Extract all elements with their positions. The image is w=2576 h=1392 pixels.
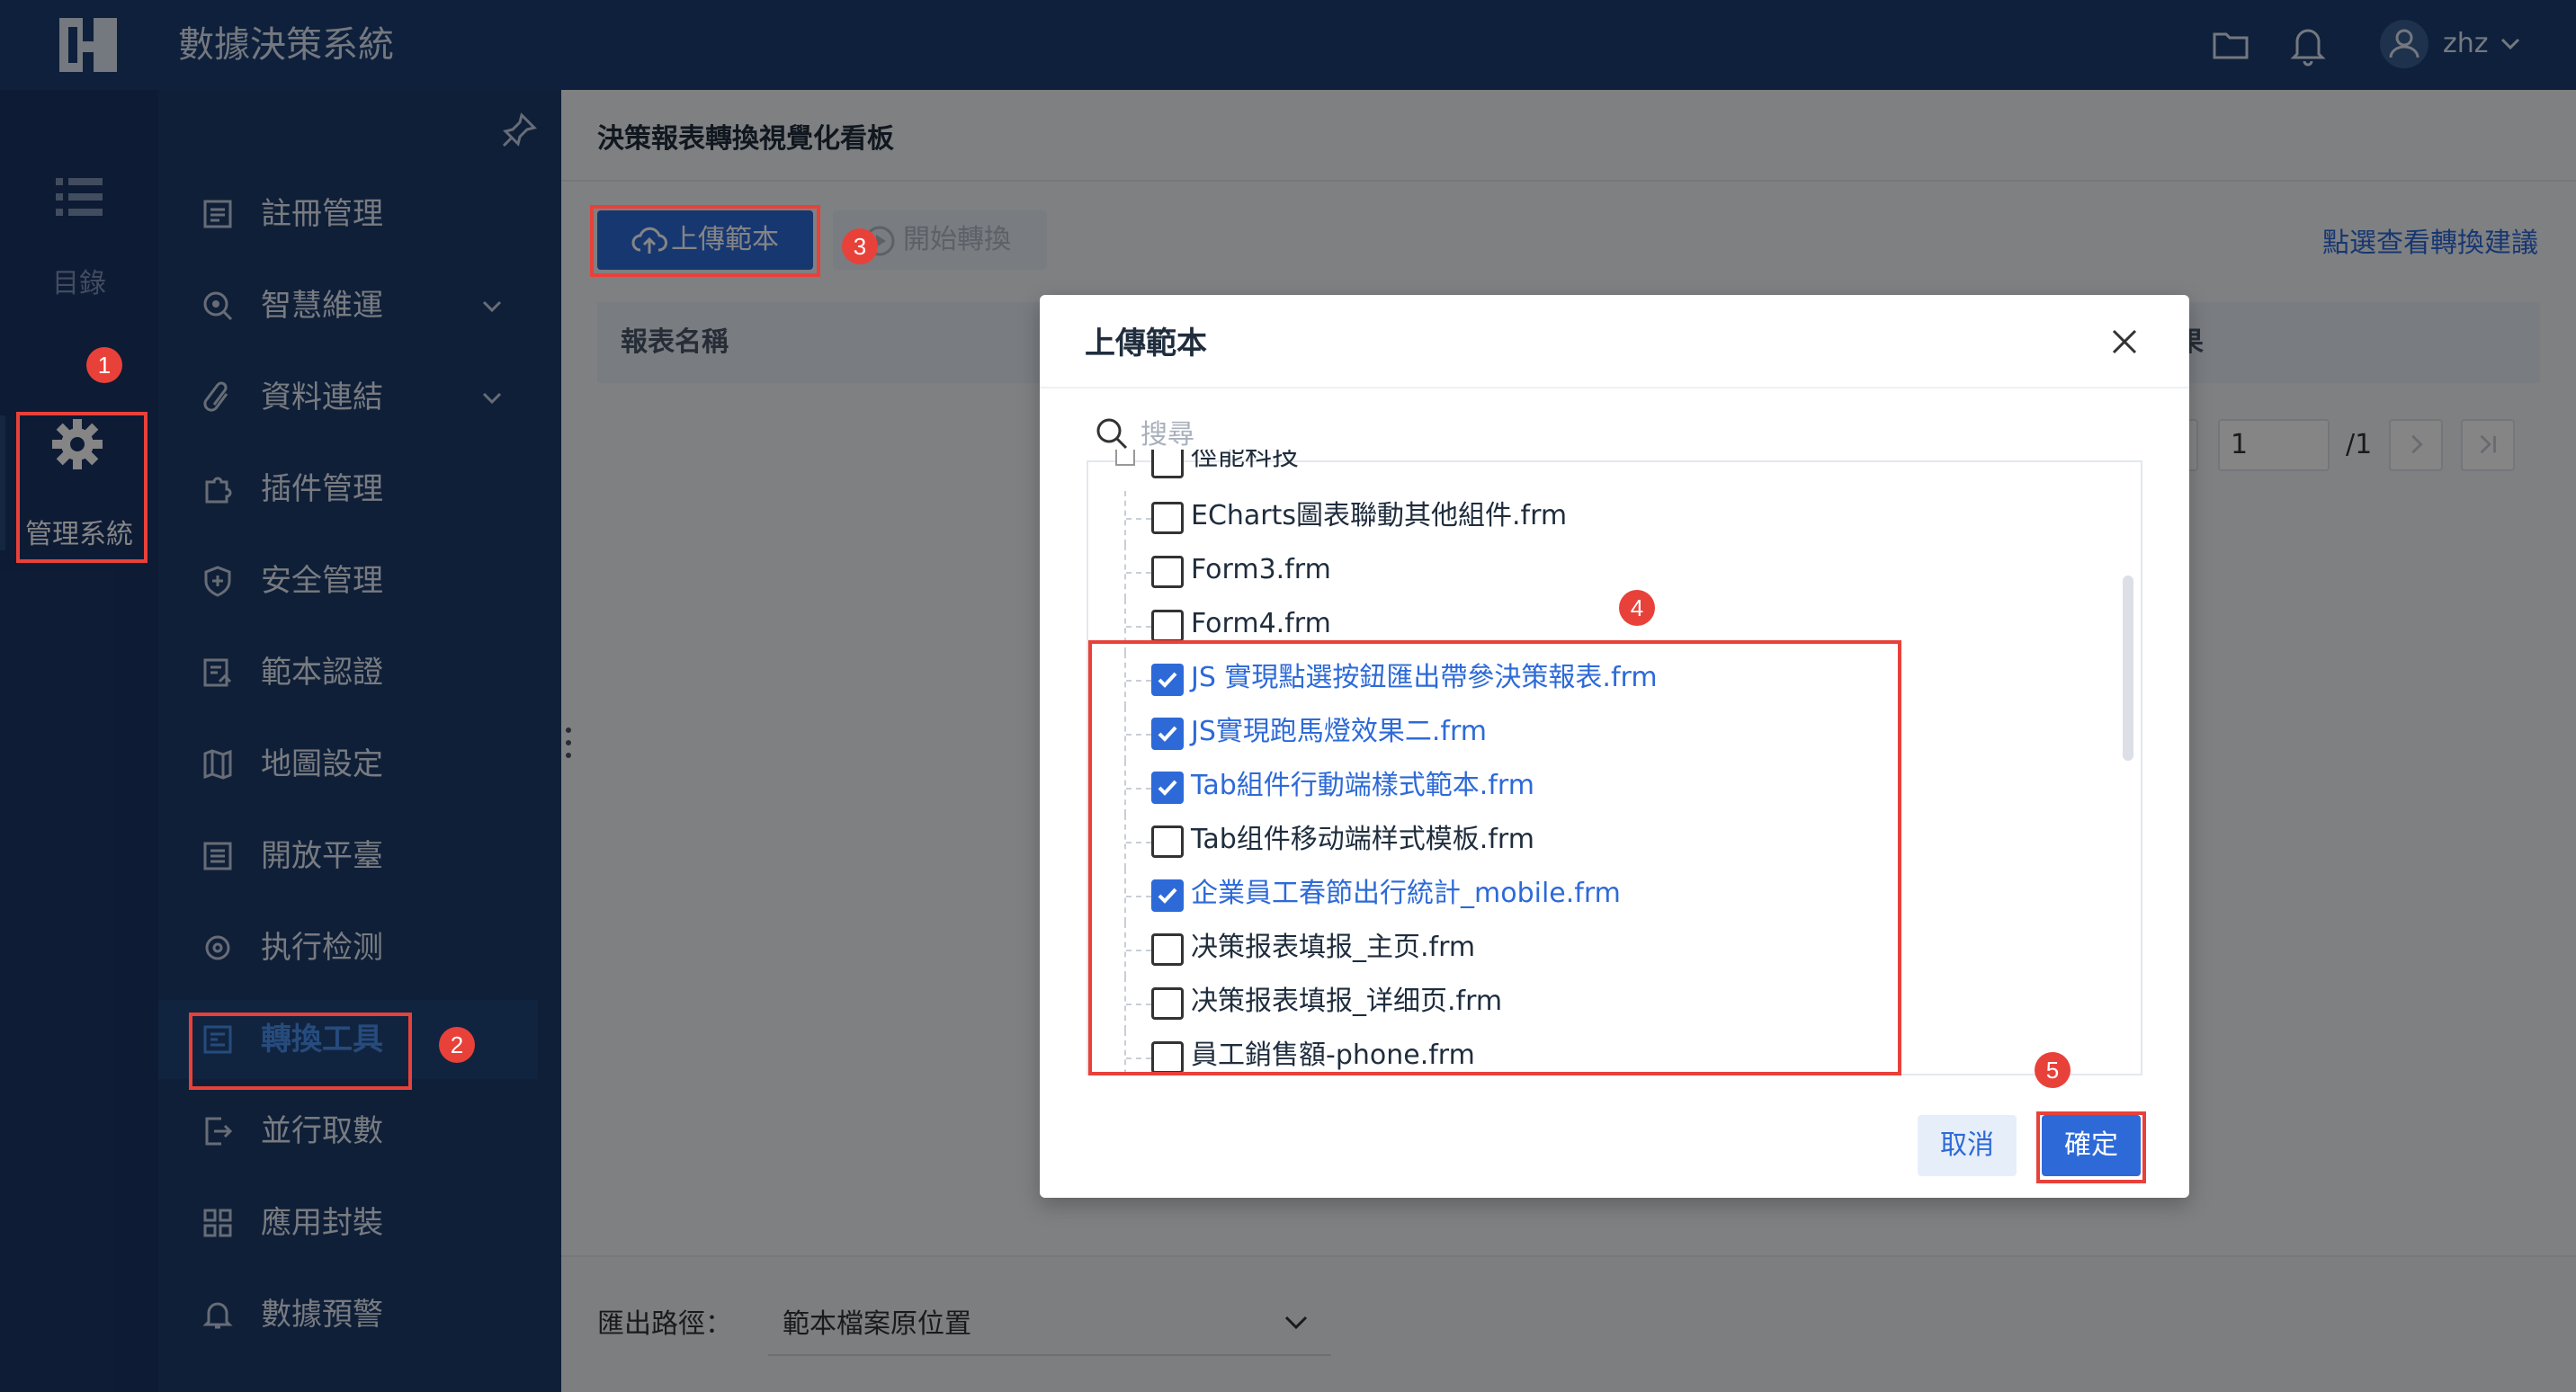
checkbox[interactable]	[1151, 450, 1184, 478]
step-badge-5: 5	[2035, 1052, 2071, 1088]
dialog-divider	[1040, 387, 2189, 388]
step-badge-2: 2	[439, 1027, 475, 1063]
close-icon[interactable]	[2108, 326, 2141, 358]
expand-icon[interactable]	[1115, 450, 1135, 466]
step-badge-3: 3	[842, 228, 878, 264]
highlight-box-2	[189, 1013, 412, 1090]
checkbox[interactable]	[1151, 556, 1184, 588]
tree-item[interactable]: ECharts圖表聯動其他組件.frm	[1088, 491, 2114, 545]
checkbox[interactable]	[1151, 502, 1184, 534]
checkbox[interactable]	[1151, 610, 1184, 642]
cancel-button-label: 取消	[1940, 1129, 1994, 1161]
highlight-box-1	[16, 412, 148, 563]
tree-scrollbar[interactable]	[2123, 576, 2133, 761]
step-badge-4: 4	[1619, 590, 1655, 626]
highlight-box-5	[2036, 1111, 2146, 1183]
step-badge-1: 1	[86, 347, 122, 383]
tree-folder[interactable]: 徑能科技	[1088, 450, 2114, 480]
highlight-box-4	[1088, 640, 1901, 1075]
tree-item[interactable]: Form3.frm	[1088, 545, 2114, 599]
highlight-box-3	[590, 205, 820, 277]
dialog-title: 上傳範本	[1085, 326, 1207, 361]
search-icon	[1096, 418, 1128, 450]
